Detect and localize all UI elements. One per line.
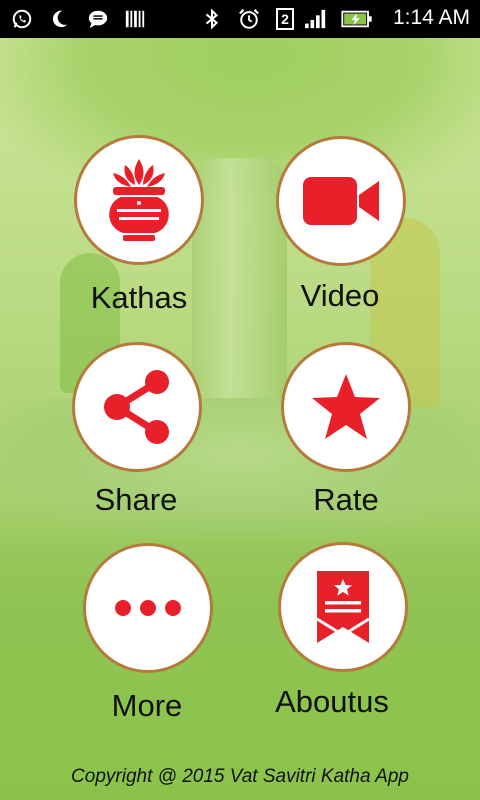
share-label: Share bbox=[94, 482, 178, 517]
battery-charging-icon bbox=[341, 10, 372, 28]
clock: 1:14 AM bbox=[392, 6, 470, 29]
kalash-icon bbox=[109, 159, 169, 241]
more-label: More bbox=[111, 688, 183, 723]
bluetooth-icon bbox=[205, 8, 219, 30]
share-button[interactable] bbox=[72, 342, 202, 472]
more-dots-icon bbox=[115, 600, 181, 616]
video-button[interactable] bbox=[276, 136, 406, 266]
video-camera-icon bbox=[303, 177, 379, 225]
more-button[interactable] bbox=[83, 543, 213, 673]
aboutus-label: Aboutus bbox=[275, 684, 389, 719]
sim-icon: 2 bbox=[276, 8, 294, 30]
video-label: Video bbox=[300, 278, 380, 313]
kathas-button[interactable] bbox=[74, 135, 204, 265]
alarm-icon bbox=[239, 9, 259, 29]
aboutus-button[interactable] bbox=[278, 542, 408, 672]
rate-button[interactable] bbox=[281, 342, 411, 472]
kathas-label: Kathas bbox=[90, 280, 188, 315]
moon-icon bbox=[52, 10, 68, 28]
about-bookmark-icon bbox=[316, 571, 370, 643]
star-icon bbox=[312, 374, 380, 439]
signal-icon bbox=[305, 9, 326, 29]
whatsapp-icon bbox=[12, 9, 32, 29]
share-icon bbox=[104, 370, 169, 444]
status-bar: 2 1:14 AM bbox=[0, 0, 480, 38]
barcode-icon bbox=[125, 10, 145, 28]
message-icon bbox=[88, 10, 108, 29]
copyright-text: Copyright @ 2015 Vat Savitri Katha App bbox=[71, 766, 409, 787]
rate-label: Rate bbox=[313, 482, 379, 517]
